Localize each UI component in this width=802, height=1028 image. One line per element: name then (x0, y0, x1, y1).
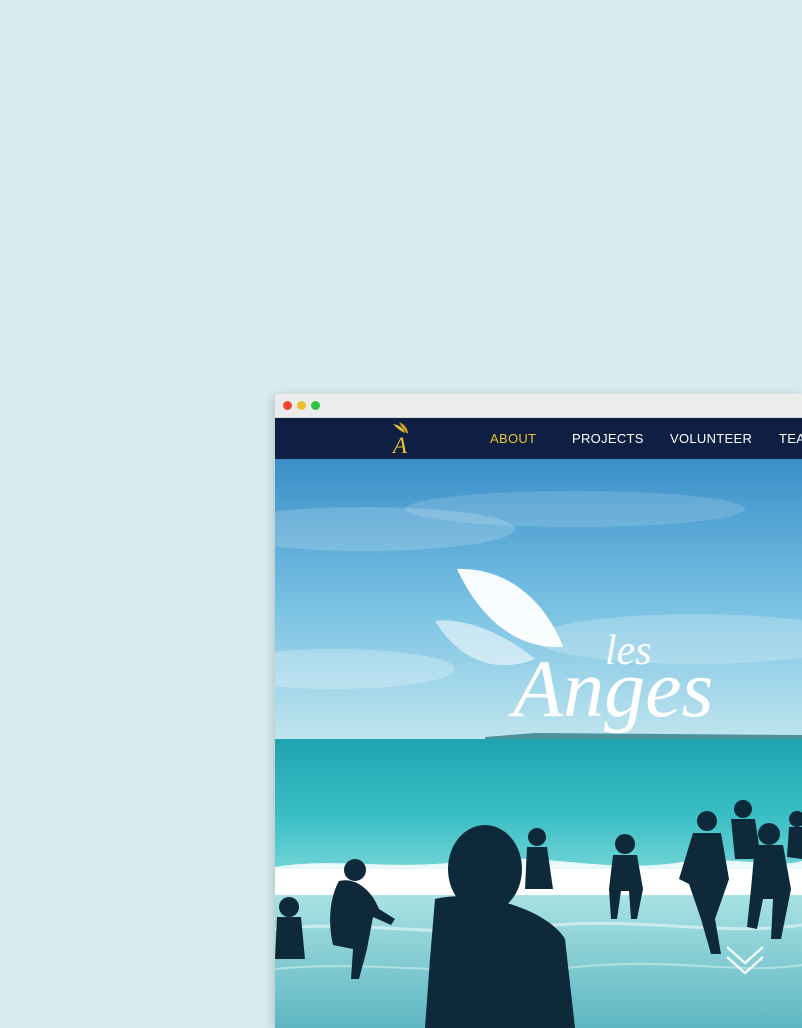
winged-letter-logo-icon[interactable]: A (383, 420, 417, 458)
nav-projects[interactable]: PROJECTS (572, 431, 644, 446)
nav-about[interactable]: ABOUT (490, 431, 536, 446)
hero-banner: les Anges (275, 459, 802, 1028)
browser-title-bar (275, 394, 802, 418)
minimize-dot[interactable] (297, 401, 306, 410)
logo-letter: A (391, 433, 408, 458)
close-dot[interactable] (283, 401, 292, 410)
hero-image: les Anges (275, 459, 802, 1028)
maximize-dot[interactable] (311, 401, 320, 410)
hero-title-large: Anges (508, 643, 713, 734)
site-navbar: A ABOUT PROJECTS VOLUNTEER TEA (275, 418, 802, 459)
nav-volunteer[interactable]: VOLUNTEER (670, 431, 752, 446)
browser-window: A ABOUT PROJECTS VOLUNTEER TEA les Anges (275, 394, 802, 1028)
nav-team[interactable]: TEA (779, 431, 802, 446)
